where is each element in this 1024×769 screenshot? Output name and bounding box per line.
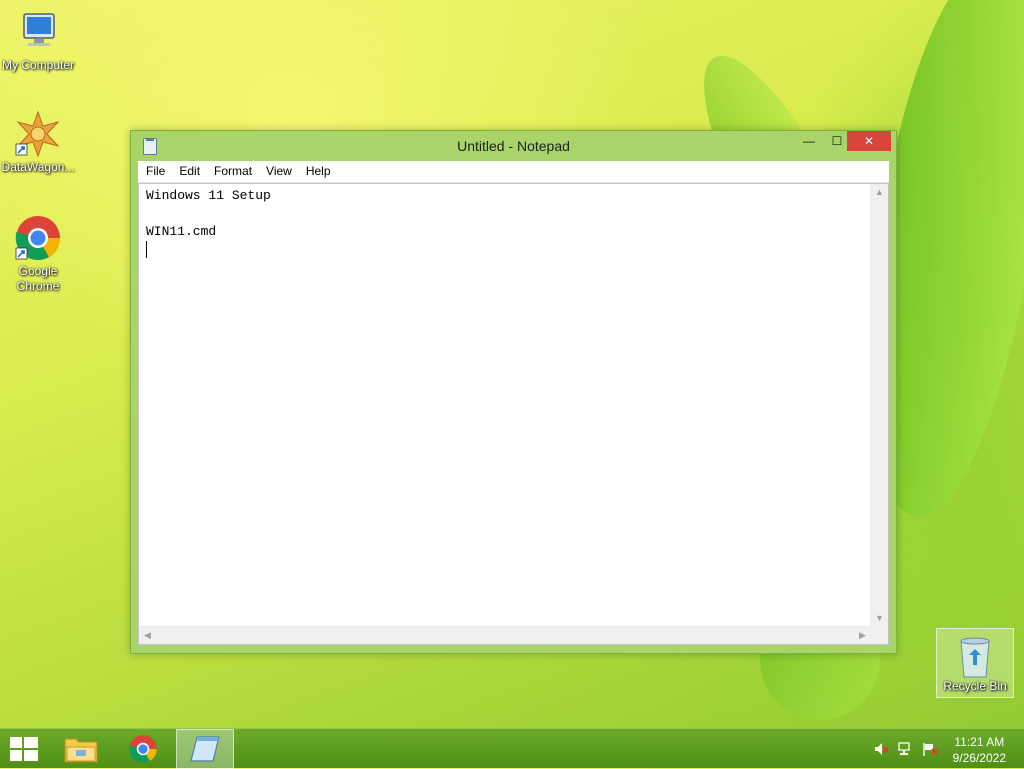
desktop-icon-datawagon[interactable]: DataWagon... [0,110,76,175]
taskbar-file-explorer[interactable] [52,729,110,769]
minimize-button[interactable]: — [795,131,823,151]
desktop-icon-label: DataWagon... [1,160,75,174]
scroll-down-arrow-icon[interactable]: ▼ [871,610,888,627]
scroll-right-arrow-icon[interactable]: ▶ [854,627,871,644]
scroll-up-arrow-icon[interactable]: ▲ [871,184,888,201]
menu-file[interactable]: File [138,161,172,182]
scroll-left-arrow-icon[interactable]: ◀ [139,627,156,644]
computer-icon [14,8,62,56]
menu-view[interactable]: View [259,161,299,182]
editor-text-area[interactable]: Windows 11 Setup WIN11.cmd [139,184,871,627]
desktop-icon-my-computer[interactable]: My Computer [0,8,76,73]
folder-icon [64,738,98,763]
chrome-icon [14,214,62,262]
menu-edit[interactable]: Edit [172,161,207,182]
recycle-bin-icon [955,633,995,679]
horizontal-scrollbar[interactable]: ◀ ▶ [139,626,871,644]
windows-logo-icon [10,737,38,761]
desktop-icon-label: Recycle Bin [943,679,1007,693]
clock-date: 9/26/2022 [952,751,1006,765]
clock-time: 11:21 AM [954,735,1005,749]
system-clock[interactable]: 11:21 AM 9/26/2022 [953,734,1006,766]
close-button[interactable]: ✕ [847,131,891,151]
text-caret [146,241,147,259]
taskbar-notepad[interactable] [176,729,234,769]
title-bar[interactable]: Untitled - Notepad — ☐ ✕ [131,131,896,161]
vertical-scrollbar[interactable]: ▲ ▼ [870,184,888,627]
network-icon[interactable] [898,742,914,756]
text-line [146,205,864,223]
text-line: WIN11.cmd [146,224,217,239]
taskbar: 11:21 AM 9/26/2022 [0,728,1024,769]
size-grip-icon[interactable] [871,627,888,644]
notepad-window[interactable]: Untitled - Notepad — ☐ ✕ File Edit Format V… [130,130,897,654]
desktop-icon-google-chrome[interactable]: Google Chrome [0,214,76,294]
notepad-icon [190,736,220,762]
start-button[interactable] [0,729,48,769]
window-title: Untitled - Notepad [457,138,570,154]
volume-muted-icon[interactable] [874,742,890,756]
text-line [146,241,864,259]
desktop-icon-label: Google Chrome [16,264,60,293]
menu-format[interactable]: Format [207,161,259,182]
datawagon-star-icon [14,110,62,158]
text-line: Windows 11 Setup [146,188,271,203]
desktop-icon-recycle-bin[interactable]: Recycle Bin [936,628,1014,698]
taskbar-google-chrome[interactable] [114,729,172,769]
chrome-icon [129,735,157,763]
desktop-icon-label: My Computer [1,58,75,72]
action-center-flag-icon[interactable] [922,742,938,756]
text-editor[interactable]: Windows 11 Setup WIN11.cmd ▲ ▼ ◀ ▶ [138,183,889,645]
menu-help[interactable]: Help [299,161,338,182]
menu-bar: File Edit Format View Help [138,161,889,183]
